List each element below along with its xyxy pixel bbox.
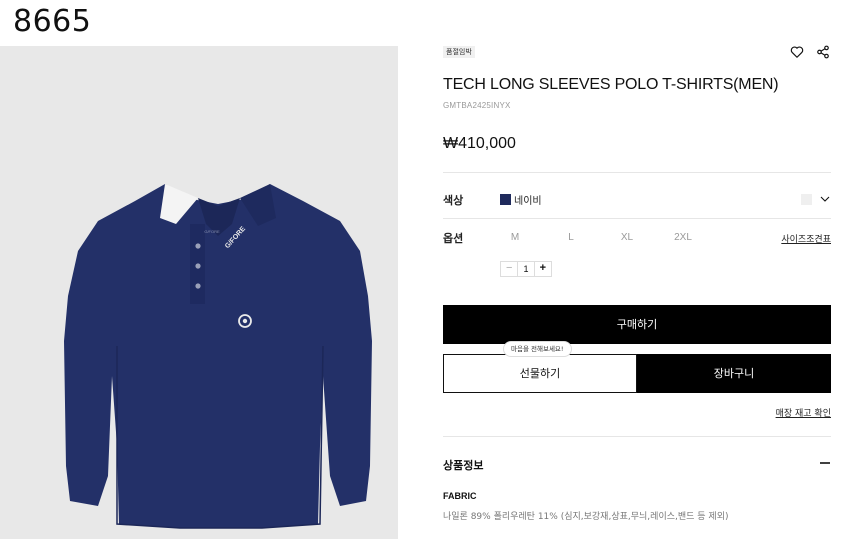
color-name: 네이비 (514, 196, 542, 207)
minus-icon[interactable] (819, 457, 831, 469)
size-option-m[interactable]: M (500, 232, 530, 243)
quantity-decrease-button[interactable]: − (501, 262, 517, 276)
quantity-stepper: − 1 + (500, 261, 552, 277)
quantity-value[interactable]: 1 (517, 262, 535, 276)
product-info-title: 상품정보 (443, 459, 484, 472)
share-icon[interactable] (816, 45, 830, 59)
gift-button[interactable]: 선물하기 (443, 354, 637, 393)
store-stock-link[interactable]: 매장 재고 확인 (776, 406, 831, 419)
gift-tooltip: 마음을 전해보세요! (503, 341, 572, 357)
chevron-down-icon[interactable] (819, 194, 831, 204)
product-code: GMTBA2425INYX (443, 101, 511, 110)
product-image[interactable]: G/FORE G/FORE (0, 46, 398, 539)
page-id: 8665 (13, 4, 92, 39)
divider (443, 436, 831, 437)
quantity-increase-button[interactable]: + (535, 262, 551, 276)
option-label: 옵션 (443, 232, 464, 245)
divider (443, 218, 831, 219)
cart-button[interactable]: 장바구니 (637, 354, 831, 393)
size-guide-link[interactable]: 사이즈조견표 (781, 232, 831, 245)
size-option-2xl[interactable]: 2XL (668, 232, 698, 243)
neck-label-text: G/FORE (204, 229, 220, 234)
fabric-composition: 나일론 89% 폴리우레탄 11% (심지,보강재,상표,무늬,레이스,밴드 등… (443, 512, 729, 522)
heart-icon[interactable] (790, 45, 804, 59)
fabric-label: FABRIC (443, 491, 477, 501)
polo-shirt-illustration: G/FORE G/FORE (64, 184, 372, 529)
size-option-xl[interactable]: XL (612, 232, 642, 243)
product-price: ₩410,000 (443, 135, 516, 152)
color-swatch-navy[interactable] (500, 194, 511, 205)
status-badge: 품절임박 (443, 46, 475, 58)
product-title: TECH LONG SLEEVES POLO T-SHIRTS(MEN) (443, 76, 779, 93)
color-label: 색상 (443, 194, 464, 207)
divider (443, 172, 831, 173)
buy-button[interactable]: 구매하기 (443, 305, 831, 344)
size-option-l[interactable]: L (556, 232, 586, 243)
color-swatch-alt[interactable] (801, 194, 812, 205)
